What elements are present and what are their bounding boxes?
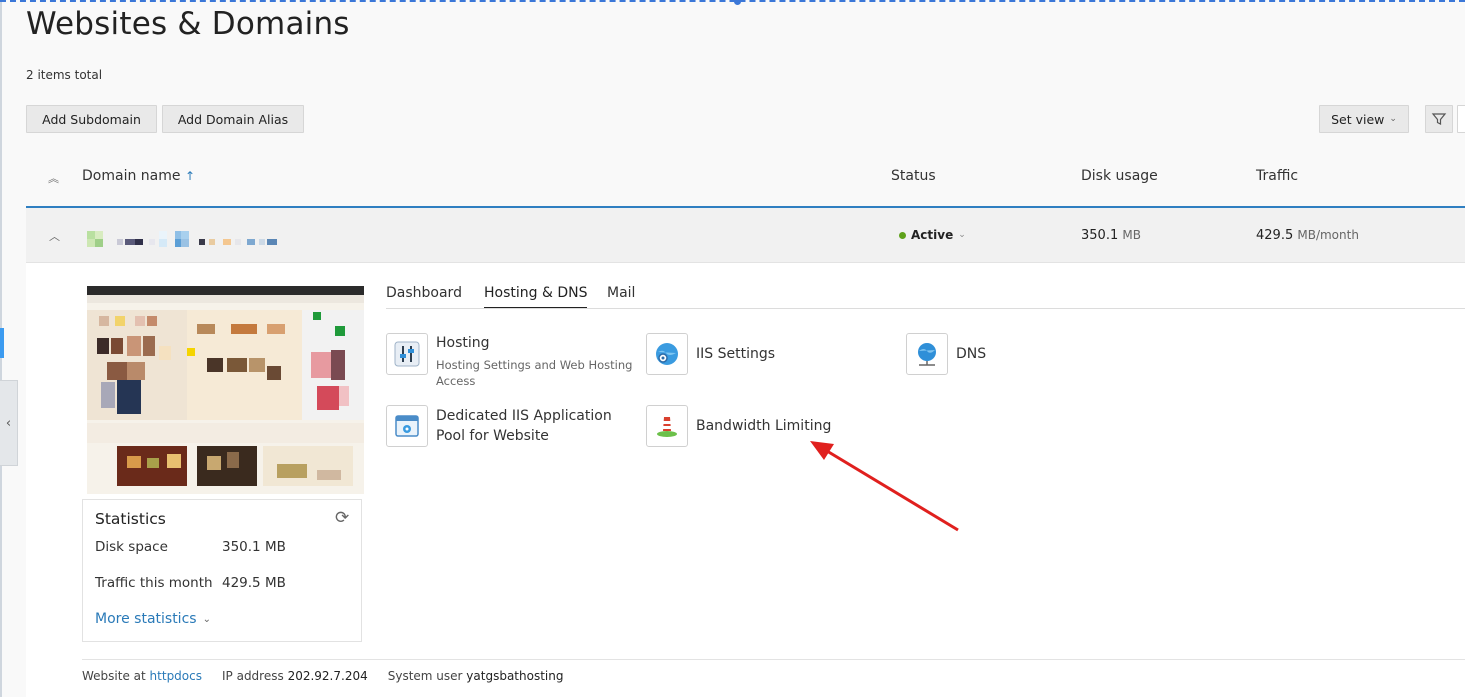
iis-settings-title[interactable]: IIS Settings <box>696 344 775 364</box>
more-statistics-label: More statistics <box>95 611 197 627</box>
stat-disk-value: 350.1 MB <box>222 539 286 555</box>
system-user-label: System user <box>387 669 463 683</box>
stat-disk-label: Disk space <box>95 539 168 555</box>
chevron-left-icon: ‹ <box>5 415 12 431</box>
left-accent <box>0 328 4 358</box>
stat-traffic-value: 429.5 MB <box>222 575 286 591</box>
column-disk-usage[interactable]: Disk usage <box>1081 168 1158 184</box>
app-pool-tool-button[interactable] <box>386 405 428 447</box>
chevron-down-icon: ⌄ <box>202 613 211 625</box>
sidebar-collapse-button[interactable]: ‹ <box>0 380 18 466</box>
hosting-subtitle: Hosting Settings and Web Hosting Access <box>436 358 633 388</box>
column-domain-label: Domain name <box>82 168 181 184</box>
add-subdomain-button[interactable]: Add Subdomain <box>26 105 157 133</box>
status-dropdown[interactable]: Active ⌄ <box>899 228 966 242</box>
chevron-up-icon[interactable]: ︿ <box>49 228 60 244</box>
ip-address-label: IP address <box>222 669 284 683</box>
chevron-down-icon: ⌄ <box>958 230 966 240</box>
selection-outline <box>0 0 1465 3</box>
domain-name-redacted[interactable] <box>87 231 287 247</box>
sort-ascending-icon: ↑ <box>184 169 195 183</box>
app-pool-title[interactable]: Dedicated IIS Application Pool for Websi… <box>436 406 636 446</box>
search-toggle-button[interactable] <box>1457 105 1465 133</box>
dns-title[interactable]: DNS <box>956 344 986 364</box>
refresh-icon[interactable]: ⟳ <box>335 508 349 528</box>
filter-button[interactable] <box>1425 105 1453 133</box>
filter-icon <box>1431 113 1447 125</box>
domain-footer: Website at httpdocs IP address 202.92.7.… <box>82 669 563 683</box>
website-at-info: Website at httpdocs <box>82 669 202 683</box>
tab-mail[interactable]: Mail <box>607 285 635 307</box>
hosting-title[interactable]: Hosting <box>436 333 490 353</box>
add-domain-alias-button[interactable]: Add Domain Alias <box>162 105 304 133</box>
footer-divider <box>82 659 1465 660</box>
disk-usage-value: 350.1 <box>1081 228 1119 243</box>
items-count: 2 items total <box>26 68 103 82</box>
traffic-cell: 429.5 MB/month <box>1256 228 1359 243</box>
tab-hosting-dns[interactable]: Hosting & DNS <box>484 285 588 309</box>
iis-settings-tool-button[interactable] <box>646 333 688 375</box>
annotation-arrow <box>810 441 959 532</box>
hosting-tool-button[interactable] <box>386 333 428 375</box>
window-gear-icon <box>395 415 419 437</box>
traffic-value: 429.5 <box>1256 228 1294 243</box>
more-statistics-link[interactable]: More statistics ⌄ <box>95 611 211 627</box>
system-user-value: yatgsbathosting <box>466 669 564 683</box>
collapse-all-icon[interactable]: ︽ <box>48 170 59 186</box>
disk-usage-unit: MB <box>1122 228 1141 242</box>
tabs-divider <box>386 308 1465 309</box>
dns-tool-button[interactable] <box>906 333 948 375</box>
set-view-button[interactable]: Set view ⌄ <box>1319 105 1409 133</box>
selection-handle <box>734 0 741 5</box>
status-dot <box>899 231 906 239</box>
website-at-label: Website at <box>82 669 146 683</box>
traffic-unit: MB/month <box>1297 228 1359 242</box>
bandwidth-limiting-tool-button[interactable] <box>646 405 688 447</box>
column-traffic[interactable]: Traffic <box>1256 168 1298 184</box>
tab-dashboard[interactable]: Dashboard <box>386 285 462 307</box>
column-status[interactable]: Status <box>891 168 936 184</box>
globe-gear-icon <box>656 343 678 365</box>
website-preview-thumbnail[interactable] <box>87 286 364 494</box>
globe-network-icon <box>918 343 936 366</box>
bandwidth-icon <box>657 417 677 437</box>
httpdocs-link[interactable]: httpdocs <box>150 669 202 683</box>
status-label: Active <box>911 228 954 242</box>
statistics-title: Statistics <box>95 510 166 528</box>
sliders-icon <box>394 341 420 367</box>
ip-address-info: IP address 202.92.7.204 <box>222 669 368 683</box>
page-title: Websites & Domains <box>26 6 350 42</box>
stat-traffic-label: Traffic this month <box>95 575 213 591</box>
column-domain-name[interactable]: Domain name ↑ <box>82 168 195 184</box>
chevron-down-icon: ⌄ <box>1389 114 1397 124</box>
set-view-label: Set view <box>1331 111 1385 127</box>
system-user-info: System user yatgsbathosting <box>388 669 564 683</box>
disk-usage-cell: 350.1 MB <box>1081 228 1141 243</box>
ip-address-value: 202.92.7.204 <box>287 669 368 683</box>
